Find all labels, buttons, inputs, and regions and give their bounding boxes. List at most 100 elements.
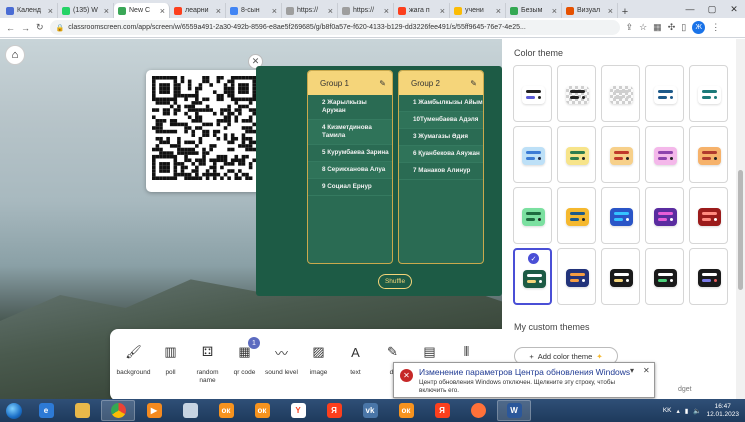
theme-swatch[interactable] <box>645 248 684 305</box>
theme-swatch[interactable] <box>689 126 728 183</box>
theme-swatch[interactable] <box>601 248 640 305</box>
profile-avatar[interactable]: Ж <box>692 21 706 34</box>
tab-close-icon[interactable]: × <box>440 6 445 16</box>
browser-tab[interactable]: (135) W × <box>58 3 114 18</box>
browser-tab[interactable]: учени × <box>450 3 506 18</box>
extension-icon[interactable]: ▦ <box>653 22 662 33</box>
browser-tab[interactable]: https:// × <box>338 3 394 18</box>
group-maker-widget[interactable]: Group 1 ✎ 2 Жарылкызы Аружан 4 Кизметдино… <box>256 66 502 296</box>
browser-menu-icon[interactable]: ⋮ <box>711 22 720 33</box>
group-member[interactable]: 7 Манаков Алинур <box>399 163 483 180</box>
group-member[interactable]: 1 Жамбылкызы Айым <box>399 95 483 112</box>
browser-tab[interactable]: леарни × <box>170 3 226 18</box>
group-name[interactable]: Group 1 <box>320 79 349 88</box>
theme-swatch[interactable] <box>601 126 640 183</box>
tab-close-icon[interactable]: × <box>608 6 613 16</box>
theme-swatch[interactable] <box>557 248 596 305</box>
browser-tab[interactable]: https:// × <box>282 3 338 18</box>
start-button[interactable] <box>0 399 28 422</box>
browser-tab[interactable]: жага п × <box>394 3 450 18</box>
forward-icon[interactable]: → <box>21 23 30 33</box>
tool-poll[interactable]: ▥ poll <box>152 329 189 399</box>
theme-swatch[interactable] <box>601 65 640 122</box>
theme-swatch[interactable]: ✓ <box>513 248 552 305</box>
taskbar-app-ya2[interactable]: Я <box>425 400 459 421</box>
theme-swatch[interactable] <box>601 187 640 244</box>
group-member[interactable]: 2 Жарылкызы Аружан <box>308 95 392 120</box>
theme-swatch[interactable] <box>689 187 728 244</box>
tab-close-icon[interactable]: × <box>328 6 333 16</box>
language-indicator[interactable]: KK <box>663 407 672 414</box>
theme-swatch[interactable] <box>513 187 552 244</box>
maximize-button[interactable]: ▢ <box>701 0 723 18</box>
tab-close-icon[interactable]: × <box>104 6 109 16</box>
browser-tab[interactable]: 8-сын × <box>226 3 282 18</box>
group-member[interactable]: 9 Социал Ернур <box>308 179 392 196</box>
new-tab-button[interactable]: + <box>618 6 632 18</box>
side-panel-icon[interactable]: ▯ <box>681 22 686 33</box>
theme-swatch[interactable] <box>557 187 596 244</box>
tool-background[interactable]: 🖌 background <box>115 329 152 399</box>
back-icon[interactable]: ← <box>6 23 15 33</box>
panel-scrollbar-thumb[interactable] <box>738 170 743 290</box>
theme-swatch[interactable] <box>557 65 596 122</box>
tab-close-icon[interactable]: × <box>496 6 501 16</box>
theme-swatch[interactable] <box>557 126 596 183</box>
taskbar-app-yandex[interactable]: Y <box>281 400 315 421</box>
theme-swatch[interactable] <box>513 126 552 183</box>
tab-close-icon[interactable]: × <box>384 6 389 16</box>
taskbar-app-word[interactable]: W <box>497 400 531 421</box>
tab-close-icon[interactable]: × <box>48 6 53 16</box>
tool-sound-level[interactable]: 〰 sound level <box>263 329 300 399</box>
taskbar-app-media[interactable]: ▶ <box>137 400 171 421</box>
shuffle-button[interactable]: Shuffle <box>378 274 412 289</box>
tab-close-icon[interactable]: × <box>552 6 557 16</box>
taskbar-app-vk[interactable]: vk <box>353 400 387 421</box>
taskbar-app-ie[interactable]: e <box>29 400 63 421</box>
browser-tab[interactable]: New C × <box>114 3 170 18</box>
theme-swatch[interactable] <box>645 65 684 122</box>
tray-arrow-icon[interactable]: ▴ <box>677 407 680 415</box>
theme-swatch[interactable] <box>689 65 728 122</box>
tab-close-icon[interactable]: × <box>272 6 277 16</box>
browser-tab[interactable]: Безым × <box>506 3 562 18</box>
browser-tab[interactable]: Календ × <box>2 3 58 18</box>
theme-swatch[interactable] <box>689 248 728 305</box>
tab-close-icon[interactable]: × <box>160 6 165 16</box>
edit-pencil-icon[interactable]: ✎ <box>379 79 386 88</box>
tab-close-icon[interactable]: × <box>216 6 221 16</box>
taskbar-app-ok3[interactable]: ок <box>389 400 423 421</box>
group-member[interactable]: 3 Жумагазы Әдия <box>399 129 483 146</box>
group-member[interactable]: 5 Курумбаева Зарина <box>308 145 392 162</box>
taskbar-app-firefox[interactable] <box>461 400 495 421</box>
reload-icon[interactable]: ↻ <box>36 22 44 33</box>
taskbar-app-ya[interactable]: Я <box>317 400 351 421</box>
taskbar-app-ok[interactable]: ок <box>209 400 243 421</box>
theme-swatch[interactable] <box>513 65 552 122</box>
qr-code-widget[interactable] <box>146 70 262 192</box>
network-icon[interactable]: ▮ <box>685 407 689 415</box>
home-button[interactable]: ⌂ <box>5 45 25 65</box>
bookmark-star-icon[interactable]: ☆ <box>639 22 647 33</box>
close-window-button[interactable]: ✕ <box>723 0 745 18</box>
browser-tab[interactable]: Визуал × <box>562 3 618 18</box>
extensions-puzzle-icon[interactable]: ✣ <box>668 22 676 33</box>
group-member[interactable]: 10Туменбаева Адэля <box>399 112 483 129</box>
taskbar-app-window[interactable] <box>173 400 207 421</box>
tool-image[interactable]: ▨ image <box>300 329 337 399</box>
taskbar-app-explorer[interactable] <box>65 400 99 421</box>
notification-options-icon[interactable]: ▾ <box>630 366 634 375</box>
tool-text[interactable]: Atext <box>337 329 374 399</box>
minimize-button[interactable]: — <box>679 0 701 18</box>
clock[interactable]: 16:47 12.01.2023 <box>706 403 739 419</box>
theme-swatch[interactable] <box>645 187 684 244</box>
edit-pencil-icon[interactable]: ✎ <box>470 79 477 88</box>
address-bar[interactable]: 🔒 classroomscreen.com/app/screen/w/6559a… <box>49 20 620 35</box>
notification-text[interactable]: Центр обновления Windows отключен. Щелкн… <box>419 379 637 395</box>
notification-close-button[interactable]: ✕ <box>643 366 650 375</box>
group-member[interactable]: 6 Қуанбекова Аяужан <box>399 146 483 163</box>
theme-swatch[interactable] <box>645 126 684 183</box>
group-member[interactable]: 4 Кизметдинова Тамила <box>308 120 392 145</box>
group-name[interactable]: Group 2 <box>411 79 440 88</box>
tool-random-name[interactable]: ⚃ random name <box>189 329 226 399</box>
